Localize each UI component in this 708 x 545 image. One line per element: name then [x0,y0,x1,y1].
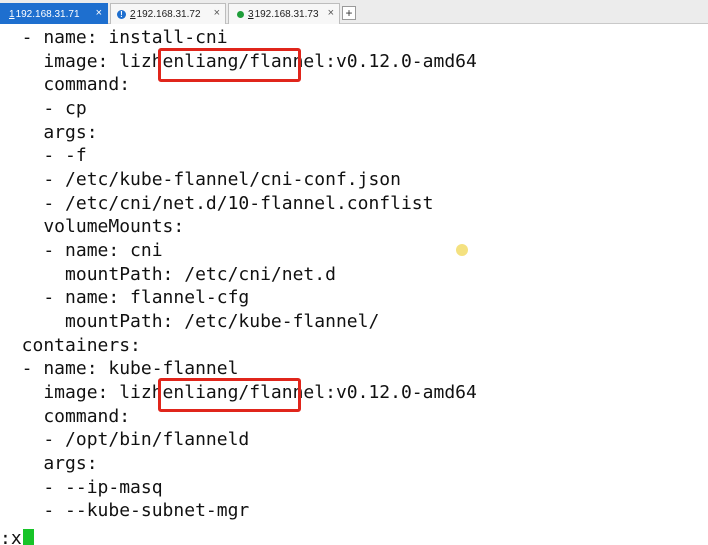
close-icon[interactable]: × [214,7,220,19]
highlight-box-image-1 [158,48,301,82]
terminal-line: - /etc/cni/net.d/10-flannel.conflist [0,193,434,214]
warning-icon: ! [117,9,126,19]
terminal-line: volumeMounts: [0,216,185,237]
mouse-pointer-highlight [456,244,468,256]
terminal-line: command: [0,406,131,427]
terminal-line: - name: cni [0,240,163,261]
tab-bar: 1 192.168.31.71 × ! 2 192.168.31.72 × 3 … [0,0,708,24]
tab-host-label: 192.168.31.73 [254,8,319,20]
terminal-line: - --kube-subnet-mgr [0,500,250,521]
connected-dot-icon [237,10,244,18]
tab-session-2[interactable]: ! 2 192.168.31.72 × [110,3,226,24]
terminal-line: command: [0,74,131,95]
terminal-line: - name: install-cni [0,27,228,48]
add-tab-button[interactable]: + [342,6,356,20]
tab-number: 1 [9,8,15,20]
terminal-line: args: [0,453,98,474]
terminal-line: - -f [0,145,87,166]
tab-number: 3 [248,8,254,20]
terminal-line: - /etc/kube-flannel/cni-conf.json [0,169,401,190]
terminal-line: mountPath: /etc/kube-flannel/ [0,311,380,332]
tab-number: 2 [130,8,136,20]
close-icon[interactable]: × [96,7,102,19]
vim-command-line[interactable]: :x [0,528,34,545]
terminal-line: mountPath: /etc/cni/net.d [0,264,336,285]
terminal-line: containers: [0,335,141,356]
highlight-box-image-2 [158,378,301,412]
tab-host-label: 192.168.31.71 [15,8,80,20]
terminal-line: - /opt/bin/flanneld [0,429,250,450]
text-cursor [22,529,34,545]
terminal-line: args: [0,122,98,143]
terminal-output[interactable]: - name: install-cni image: lizhenliang/f… [0,24,708,545]
tab-session-3[interactable]: 3 192.168.31.73 × [228,3,340,24]
tab-session-1[interactable]: 1 192.168.31.71 × [0,3,108,24]
terminal-line: - name: kube-flannel [0,358,239,379]
close-icon[interactable]: × [328,7,334,19]
terminal-line: - cp [0,98,87,119]
terminal-line: - name: flannel-cfg [0,287,250,308]
terminal-line: - --ip-masq [0,477,163,498]
tab-host-label: 192.168.31.72 [136,8,201,20]
command-text: :x [0,528,22,545]
